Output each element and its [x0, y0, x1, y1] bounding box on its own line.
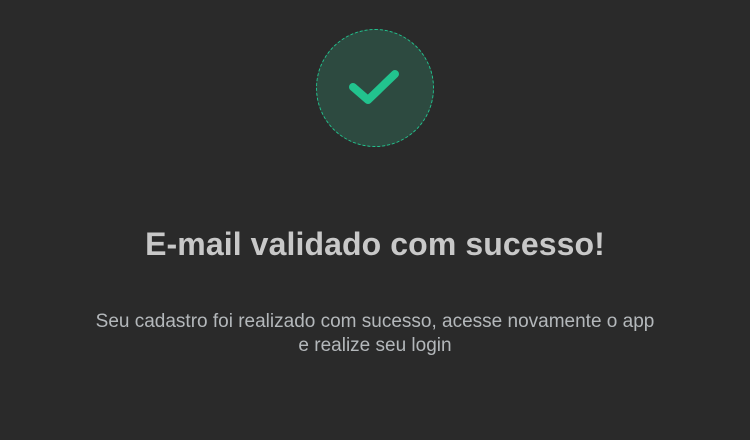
email-validated-screen: E-mail validado com sucesso! Seu cadastr…: [0, 0, 750, 440]
success-message-line-1: Seu cadastro foi realizado com sucesso, …: [95, 311, 655, 332]
success-badge: [316, 29, 434, 147]
page-title: E-mail validado com sucesso!: [145, 226, 605, 262]
success-message: Seu cadastro foi realizado com sucesso, …: [60, 310, 690, 358]
success-message-line-2: e realize seu login: [298, 335, 452, 356]
check-icon: [349, 70, 399, 104]
